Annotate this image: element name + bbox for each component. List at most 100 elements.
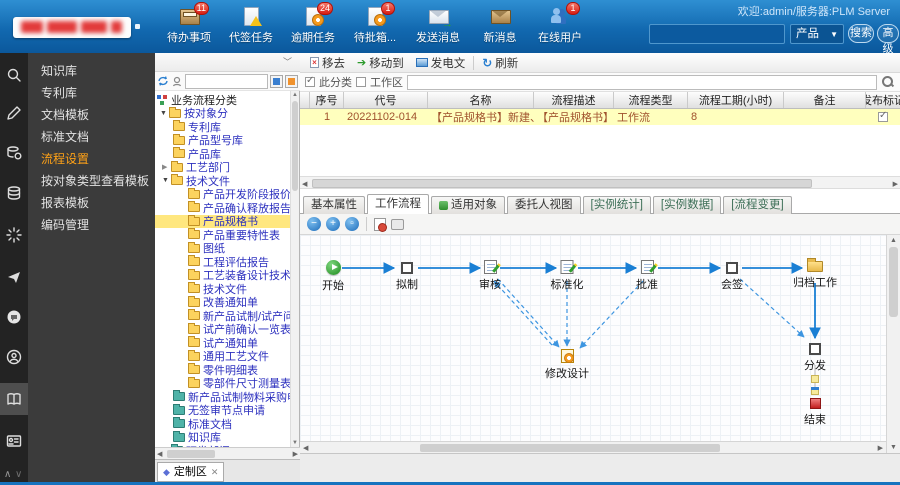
sidebar-item-patent-library[interactable]: 专利库 [28,82,155,104]
workflow-node-approve[interactable]: 批准 [636,260,658,292]
workspace-checkbox[interactable] [356,77,366,87]
sidebar-item-knowledge-base[interactable]: 知识库 [28,60,155,82]
delegate-sign-tasks-button[interactable]: 代签任务 [222,6,280,45]
global-search-input[interactable] [649,24,785,44]
workflow-node-draft[interactable]: 拟制 [396,262,418,292]
canvas-vertical-scrollbar[interactable]: ▲▼ [886,235,900,453]
tree-horizontal-scrollbar[interactable]: ◀▶ [155,447,300,459]
canvas-horizontal-scrollbar[interactable]: ◀▶ [300,441,886,453]
col-seq[interactable]: 序号 [310,92,344,108]
send-plane-icon[interactable] [0,261,28,293]
database-icon[interactable] [0,177,28,209]
tab-delegate-view[interactable]: 委托人视图 [507,196,581,214]
zoom-in-icon[interactable]: + [326,217,340,231]
chat-icon[interactable] [0,301,28,333]
scroll-right-icon[interactable]: ▶ [293,450,298,458]
tree-item[interactable]: ▼按对象分 [155,107,291,121]
scrollbar-thumb[interactable] [292,101,298,191]
overdue-tasks-button[interactable]: 24 逾期任务 [284,6,342,45]
idcard-icon[interactable] [0,425,28,457]
this-category-checkbox[interactable] [305,77,315,87]
workflow-node-standardize[interactable]: 标准化 [551,260,584,292]
locate-icon[interactable] [171,75,183,87]
new-message-button[interactable]: 新消息 [471,6,529,45]
col-description[interactable]: 流程描述 [534,92,614,108]
table-row-selected[interactable]: 1 20221102-014 【产品规格书】新建、变更... 【产品规格书】创建… [300,109,900,125]
remove-button[interactable]: ×移去 [304,54,351,72]
scroll-up-icon[interactable]: ▲ [292,92,298,98]
workflow-node-review[interactable]: 审核 [479,260,501,292]
scrollbar-thumb[interactable] [167,450,215,458]
database-gear-icon[interactable] [0,137,28,169]
scrollbar-thumb[interactable] [889,247,898,317]
workflow-node-distribute[interactable]: 分发 [804,343,826,373]
workflow-node-archive[interactable]: 归档工作 [793,261,837,290]
move-to-button[interactable]: ➔移动到 [351,54,410,72]
custom-area-tab[interactable]: ◆定制区✕ [157,462,224,482]
tree-item[interactable]: 标准文档 [155,417,291,431]
published-checkbox[interactable] [878,112,888,122]
scroll-right-icon[interactable]: ▶ [893,180,898,188]
zoom-fit-icon[interactable]: ▫ [345,217,359,231]
scroll-up-icon[interactable]: ∧ [4,469,11,480]
workflow-node-end[interactable]: 结束 [804,398,826,427]
search-icon[interactable] [881,75,895,89]
expander-expanded-icon[interactable]: ▼ [160,110,169,117]
workflow-node-countersign[interactable]: 会签 [721,262,743,292]
tab-applicable-objects[interactable]: 适用对象 [431,196,505,214]
scrollbar-thumb[interactable] [312,179,812,188]
sidebar-item-view-templates-by-type[interactable]: 按对象类型查看模板 [28,170,155,192]
tab-workflow-changes[interactable]: [流程变更] [723,196,791,214]
headset-support-icon[interactable] [0,341,28,373]
scroll-left-icon[interactable]: ◀ [302,180,307,188]
send-telegram-button[interactable]: 发电文 [410,54,472,72]
sidebar-item-workflow-settings[interactable]: 流程设置 [28,148,155,170]
expander-collapsed-icon[interactable]: ▶ [162,163,171,171]
table-horizontal-scrollbar[interactable]: ◀▶ [300,176,900,189]
tab-workflow[interactable]: 工作流程 [367,194,429,214]
tree-vertical-scrollbar[interactable]: ▲▼ [290,91,299,447]
search-scope-select[interactable]: 产品▼ [790,24,844,44]
workflow-node-start[interactable]: 开始 [322,260,344,293]
tab-instance-data[interactable]: [实例数据] [653,196,721,214]
sidebar-item-standard-docs[interactable]: 标准文档 [28,126,155,148]
expander-expanded-icon[interactable]: ▼ [162,177,171,184]
tree-filter-button-2[interactable] [285,75,298,88]
scrollbar-thumb[interactable] [420,444,720,452]
col-code[interactable]: 代号 [344,92,428,108]
online-users-button[interactable]: 1 在线用户 [531,6,589,45]
tree-filter-button-1[interactable] [270,75,283,88]
col-duration[interactable]: 流程工期(小时) [688,92,784,108]
sidebar-item-code-management[interactable]: 编码管理 [28,214,155,236]
advanced-search-button[interactable]: 高级 [877,24,899,43]
search-button[interactable]: 搜索 [848,24,874,43]
col-type[interactable]: 流程类型 [614,92,688,108]
knowledge-search-icon[interactable] [0,59,28,91]
todo-items-button[interactable]: 11 待办事项 [160,6,218,45]
workflow-node-modify-design[interactable]: 修改设计 [545,349,589,381]
scroll-down-icon[interactable]: ∨ [15,469,22,480]
tree-search-input[interactable] [185,74,268,89]
tab-basic-properties[interactable]: 基本属性 [303,196,365,214]
comment-icon[interactable] [391,219,404,230]
scroll-down-icon[interactable]: ▼ [890,444,897,451]
edit-icon[interactable] [0,97,28,129]
refresh-icon[interactable] [157,75,169,87]
zoom-out-icon[interactable]: − [307,217,321,231]
scroll-up-icon[interactable]: ▲ [890,237,897,244]
scroll-left-icon[interactable]: ◀ [157,450,162,458]
sidebar-item-report-templates[interactable]: 报表模板 [28,192,155,214]
book-icon[interactable] [0,383,28,415]
scroll-left-icon[interactable]: ◀ [303,444,308,452]
col-note[interactable]: 备注 [784,92,866,108]
refresh-button[interactable]: ↻刷新 [476,54,524,72]
pending-approval-button[interactable]: 1 待批箱... [346,6,404,45]
spinner-icon[interactable] [0,219,28,251]
tree-collapse-combo[interactable]: ﹀ [155,53,300,72]
scroll-right-icon[interactable]: ▶ [878,444,883,452]
col-published[interactable]: 发布标记 [866,92,900,108]
stamp-icon[interactable] [374,218,386,231]
tab-instance-statistics[interactable]: [实例统计] [583,196,651,214]
close-icon[interactable]: ✕ [211,463,219,481]
sidebar-item-doc-templates[interactable]: 文档模板 [28,104,155,126]
